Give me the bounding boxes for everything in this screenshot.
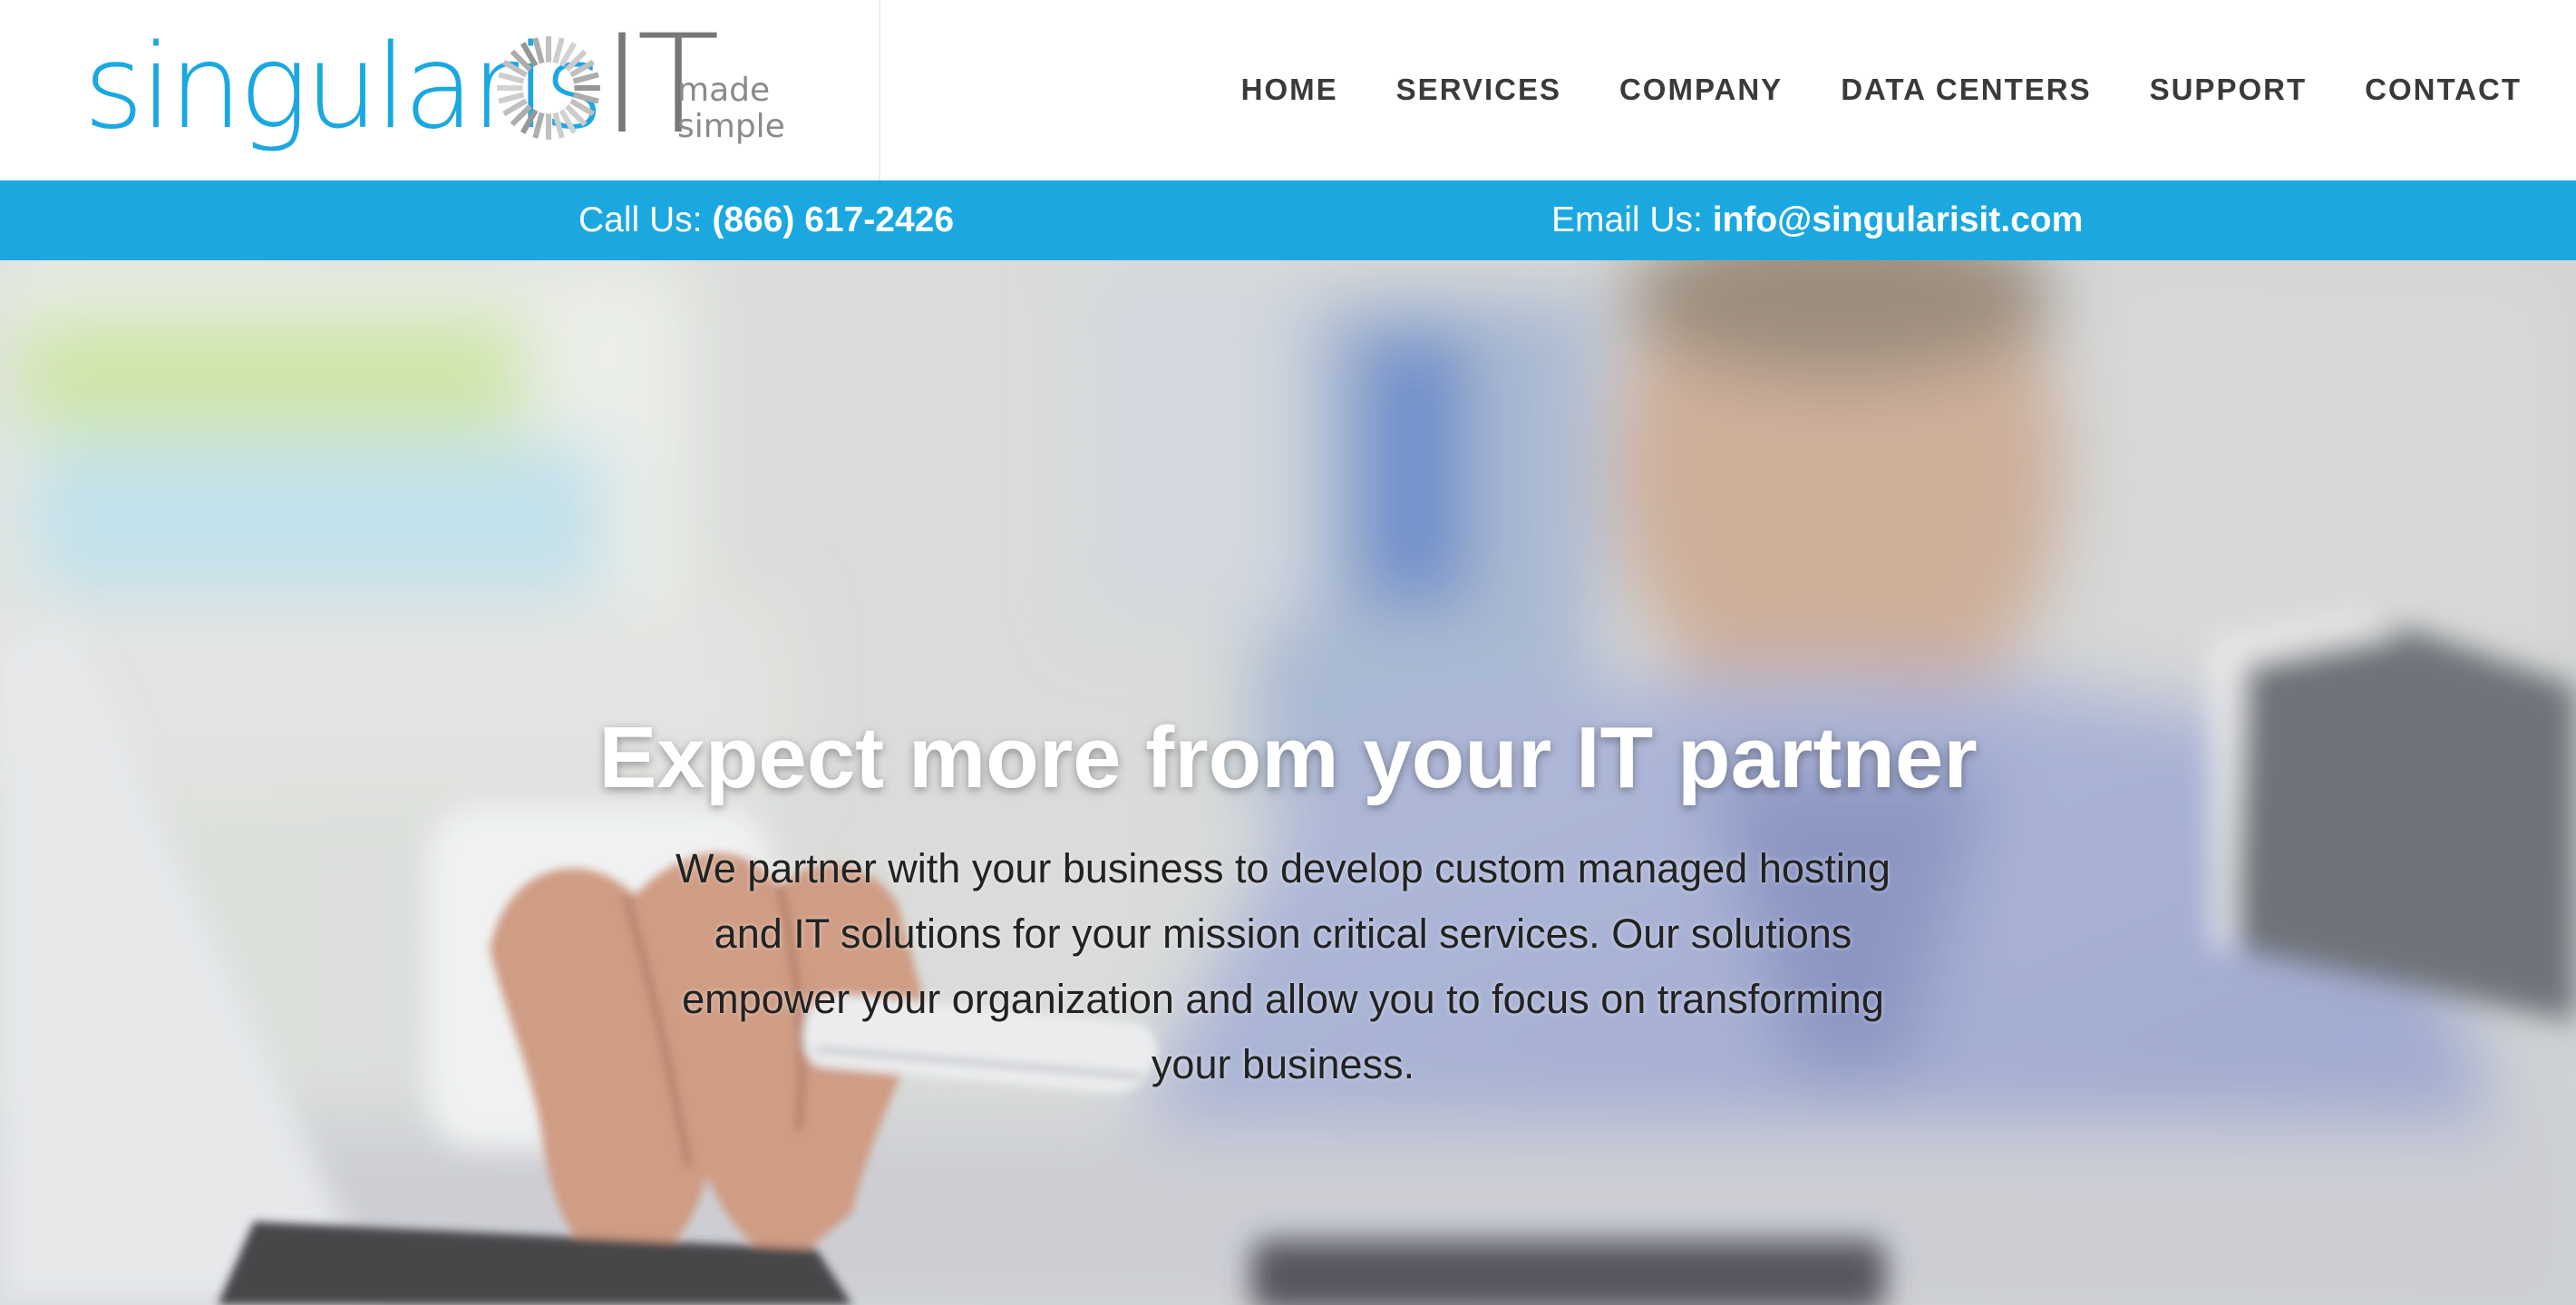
logo-tagline: made simple [677,73,795,145]
header-divider [879,0,880,180]
logo-ray [552,37,565,64]
logo-sunburst-icon [497,36,600,140]
hero-description: We partner with your business to develop… [676,845,1891,1087]
logo-tagline-line1: made [677,72,771,109]
nav-home[interactable]: HOME [1241,67,1338,112]
logo-ray [498,72,525,84]
contact-bar: Call Us: (866) 617-2426 Email Us: info@s… [0,180,2576,260]
email-us-label: Email Us: [1551,200,1713,239]
call-us-label: Call Us: [578,200,713,239]
hero-title: Expect more from your IT partner [598,709,1978,807]
hero-section: Expect more from your IT partner We part… [0,260,2576,1305]
site-header: singularis IT made simple HOME SERVICES … [0,0,2576,180]
logo-ray [532,37,545,64]
phone-link[interactable]: (866) 617-2426 [712,200,954,239]
email-us: Email Us: info@singularisit.com [1551,180,2083,260]
logo-ray [532,112,545,139]
nav-services[interactable]: SERVICES [1396,67,1561,112]
logo-ray [498,92,525,104]
logo-ray [552,112,565,139]
logo-ray [572,92,599,104]
main-nav: HOME SERVICES COMPANY DATA CENTERS SUPPO… [1183,67,2522,112]
nav-data-centers[interactable]: DATA CENTERS [1841,67,2091,112]
logo-ray [572,72,599,84]
nav-company[interactable]: COMPANY [1619,67,1783,112]
nav-support[interactable]: SUPPORT [2150,67,2308,112]
call-us: Call Us: (866) 617-2426 [578,180,954,260]
logo-tagline-line2: simple [677,108,785,145]
site-logo[interactable]: singularis IT made simple [83,13,809,165]
nav-contact[interactable]: CONTACT [2365,67,2522,112]
email-link[interactable]: info@singularisit.com [1713,200,2084,239]
